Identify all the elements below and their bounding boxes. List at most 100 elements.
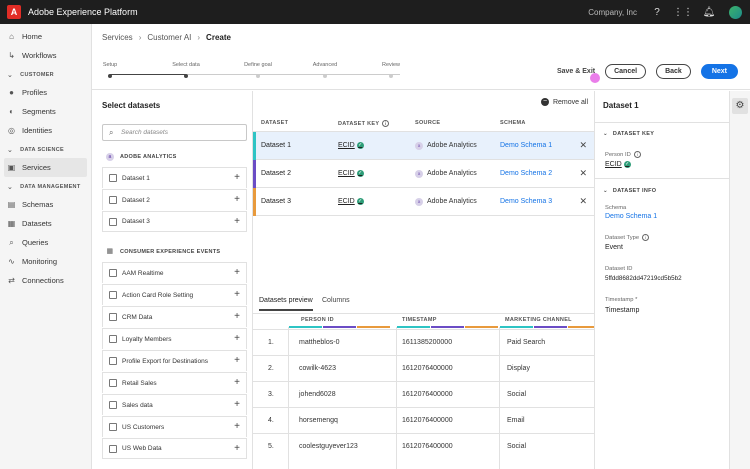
- step-setup[interactable]: Setup: [80, 62, 140, 78]
- nav-item-identities[interactable]: ◎ Identities: [0, 121, 91, 140]
- dataset-option[interactable]: Retail Sales +: [102, 372, 247, 393]
- nav-label: Profiles: [22, 88, 48, 97]
- dataset-option[interactable]: Loyalty Members +: [102, 328, 247, 349]
- step-select-data[interactable]: Select data: [156, 62, 216, 78]
- selected-dataset-row[interactable]: Dataset 2 ECID ✓ a Adobe Analytics Demo Sc…: [253, 160, 594, 188]
- nav-item-home[interactable]: ⌂ Home: [0, 27, 91, 46]
- info-icon[interactable]: i: [633, 151, 641, 158]
- step-label: Define goal: [244, 62, 272, 68]
- dataset-key-link[interactable]: ECID ✓: [338, 170, 364, 177]
- nav-item-workflows[interactable]: ↳ Workflows: [0, 46, 91, 65]
- remove-all-button[interactable]: − Remove all: [540, 98, 588, 106]
- info-icon[interactable]: i: [642, 234, 650, 241]
- dataset-key-link[interactable]: ECID ✓: [338, 198, 364, 205]
- tab-columns[interactable]: Columns: [322, 297, 350, 304]
- nav-item-datasets[interactable]: ▦ Datasets: [0, 214, 91, 233]
- dataset-option[interactable]: CRM Data +: [102, 306, 247, 327]
- add-icon[interactable]: +: [234, 399, 240, 410]
- step-review[interactable]: Review: [361, 62, 421, 78]
- marketing-channel: Paid Search: [507, 339, 546, 346]
- breadcrumb-services[interactable]: Services: [102, 33, 133, 42]
- help-icon[interactable]: ?: [651, 6, 663, 18]
- tab-datasets-preview[interactable]: Datasets preview: [259, 297, 313, 311]
- checkbox[interactable]: [109, 196, 117, 204]
- nav-item-connections[interactable]: ⇄ Connections: [0, 271, 91, 290]
- checkbox[interactable]: [109, 269, 117, 277]
- dataset-option[interactable]: Dataset 1 +: [102, 167, 247, 188]
- nav-item-services[interactable]: ▣ Services: [4, 158, 87, 177]
- dataset-option[interactable]: US Web Data +: [102, 438, 247, 459]
- checkbox[interactable]: [109, 357, 117, 365]
- gear-icon[interactable]: ⚙: [732, 98, 748, 114]
- schema-link[interactable]: Demo Schema 1: [605, 213, 657, 220]
- schema-link[interactable]: Demo Schema 3: [500, 198, 552, 205]
- selected-dataset-row[interactable]: Dataset 3 ECID ✓ a Adobe Analytics Demo Sc…: [253, 188, 594, 216]
- close-icon[interactable]: ✕: [579, 196, 587, 207]
- avatar[interactable]: [729, 5, 742, 19]
- add-icon[interactable]: +: [234, 333, 240, 344]
- add-icon[interactable]: +: [234, 194, 240, 205]
- nav-item-schemas[interactable]: ▤ Schemas: [0, 195, 91, 214]
- checkbox[interactable]: [109, 444, 117, 453]
- schema-link[interactable]: Demo Schema 1: [500, 142, 552, 149]
- row-number: 2.: [268, 365, 274, 372]
- checkbox[interactable]: [109, 423, 117, 431]
- save-exit-button[interactable]: Save & Exit: [557, 68, 601, 83]
- back-button[interactable]: Back: [656, 64, 691, 79]
- dataset-option[interactable]: Dataset 2 +: [102, 189, 247, 210]
- nav-item-monitoring[interactable]: ∿ Monitoring: [0, 252, 91, 271]
- add-icon[interactable]: +: [234, 355, 240, 366]
- notifications-icon[interactable]: 🔔︎: [703, 6, 716, 18]
- checkbox[interactable]: [109, 379, 117, 387]
- checkbox[interactable]: [109, 217, 117, 226]
- dataset-key-link[interactable]: ECID ✓: [338, 142, 364, 149]
- checkbox[interactable]: [109, 401, 117, 409]
- apps-grid-icon[interactable]: ⋮⋮: [673, 6, 693, 18]
- step-define-goal[interactable]: Define goal: [228, 62, 288, 78]
- selected-dataset-row[interactable]: Dataset 1 ECID ✓ a Adobe Analytics Demo Sc…: [253, 132, 594, 160]
- breadcrumb-customer-ai[interactable]: Customer AI: [147, 33, 191, 42]
- add-icon[interactable]: +: [234, 311, 240, 322]
- add-icon[interactable]: +: [234, 172, 240, 183]
- dataset-option[interactable]: Sales data +: [102, 394, 247, 415]
- add-icon[interactable]: +: [234, 267, 240, 278]
- add-icon[interactable]: +: [234, 377, 240, 388]
- nav-item-queries[interactable]: ⌕ Queries: [0, 233, 91, 252]
- close-icon[interactable]: ✕: [579, 140, 587, 151]
- add-icon[interactable]: +: [234, 289, 240, 300]
- info-icon[interactable]: i: [382, 120, 390, 127]
- section-dataset-key[interactable]: ⌄ DATASET KEY: [603, 131, 654, 137]
- dataset-option[interactable]: Dataset 3 +: [102, 211, 247, 232]
- nav-item-profiles[interactable]: ● Profiles: [0, 83, 91, 102]
- source-cell: a Adobe Analytics: [415, 141, 477, 150]
- adobe-logo-icon[interactable]: A: [7, 5, 21, 19]
- section-dataset-info[interactable]: ⌄ DATASET INFO: [603, 188, 656, 194]
- checkbox[interactable]: [109, 174, 117, 182]
- dataset-option-label: AAM Realtime: [122, 269, 164, 277]
- checkbox[interactable]: [109, 313, 117, 321]
- cancel-button[interactable]: Cancel: [605, 64, 647, 79]
- profile-icon: ●: [9, 88, 14, 97]
- checkbox[interactable]: [109, 335, 117, 343]
- dataset-option[interactable]: AAM Realtime +: [102, 262, 247, 283]
- add-icon[interactable]: +: [234, 421, 240, 432]
- add-icon[interactable]: +: [234, 216, 240, 227]
- add-icon[interactable]: +: [234, 443, 240, 454]
- step-advanced[interactable]: Advanced: [295, 62, 355, 78]
- schema-link[interactable]: Demo Schema 2: [500, 170, 552, 177]
- checkbox[interactable]: [109, 291, 117, 299]
- step-dot: [108, 74, 112, 78]
- dataset-option[interactable]: Profile Export for Destinations +: [102, 350, 247, 371]
- next-button[interactable]: Next: [700, 64, 738, 79]
- dataset-option[interactable]: Action Card Role Setting +: [102, 284, 247, 305]
- source-name: Adobe Analytics: [427, 142, 477, 149]
- person-id-value[interactable]: ECID ✓: [605, 161, 631, 168]
- nav-label: Segments: [22, 107, 56, 116]
- panel-title: Select datasets: [102, 101, 161, 110]
- nav-item-segments[interactable]: ◐ Segments: [0, 102, 91, 121]
- close-icon[interactable]: ✕: [579, 168, 587, 179]
- org-switcher[interactable]: Company, Inc: [588, 8, 637, 17]
- dataset-option[interactable]: US Customers +: [102, 416, 247, 437]
- search-input[interactable]: ⌕ Search datasets: [102, 124, 247, 141]
- check-icon: ✓: [356, 170, 364, 177]
